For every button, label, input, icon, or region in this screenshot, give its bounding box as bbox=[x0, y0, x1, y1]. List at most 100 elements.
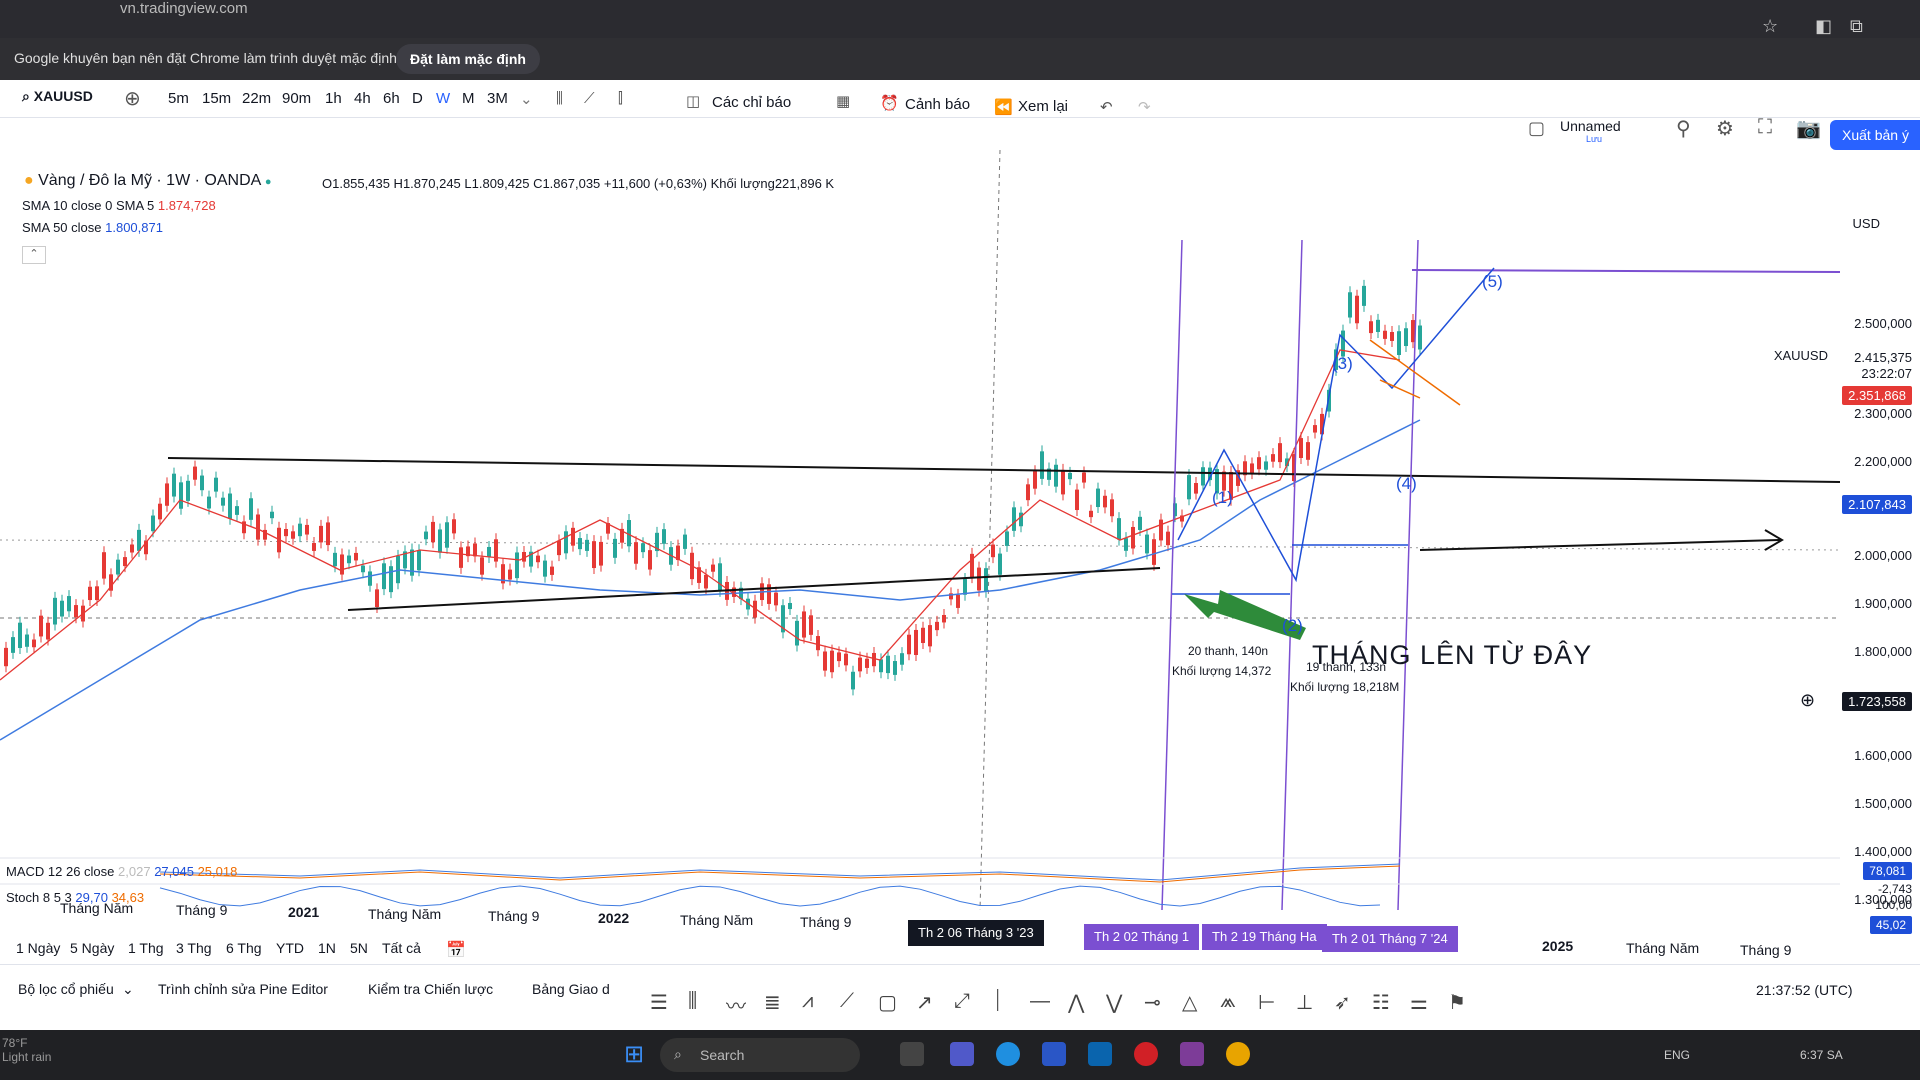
indicators-button[interactable]: Các chỉ báo bbox=[712, 94, 791, 111]
interval-3m[interactable]: 3M bbox=[487, 90, 508, 107]
candle-body bbox=[795, 620, 799, 646]
tab-trading-panel[interactable]: Bảng Giao d bbox=[532, 981, 610, 997]
add-symbol-icon[interactable]: ⊕ bbox=[124, 86, 141, 111]
rectangle-icon[interactable]: ▢ bbox=[878, 990, 897, 1015]
range-6-month[interactable]: 6 Thg bbox=[226, 940, 262, 956]
chart-area[interactable]: ● Vàng / Đô la Mỹ · 1W · OANDA ● O1.855,… bbox=[0, 120, 1920, 912]
set-default-button[interactable]: Đặt làm mặc định bbox=[396, 44, 540, 74]
settings-list-icon[interactable]: ☷ bbox=[1372, 990, 1390, 1015]
task-view-icon[interactable] bbox=[900, 1042, 924, 1066]
chrome-icon[interactable] bbox=[1226, 1042, 1250, 1066]
chart-canvas[interactable] bbox=[0, 120, 1920, 910]
arrow-icon[interactable]: ➶ bbox=[1334, 990, 1351, 1015]
currency-selector[interactable]: USD bbox=[1853, 216, 1880, 231]
app-icon[interactable] bbox=[1180, 1042, 1204, 1066]
triangle-icon[interactable]: △ bbox=[1182, 990, 1197, 1015]
interval-m[interactable]: M bbox=[462, 90, 475, 107]
edge-icon[interactable] bbox=[996, 1042, 1020, 1066]
interval-4h[interactable]: 4h bbox=[354, 90, 371, 107]
macd-legend[interactable]: MACD 12 26 close 2,027 27,045 25,018 bbox=[6, 864, 237, 879]
interval-d[interactable]: D bbox=[412, 90, 423, 107]
collapse-legend-button[interactable]: ⌃ bbox=[22, 246, 46, 264]
xabcd-pattern-icon[interactable]: ⋁ bbox=[1106, 990, 1122, 1015]
range-1-year[interactable]: 1N bbox=[318, 940, 336, 956]
replay-button[interactable]: Xem lại bbox=[1018, 98, 1068, 115]
add-alert-plus-icon[interactable]: ⊕ bbox=[1800, 690, 1815, 711]
wave-pattern-icon[interactable]: 〰 bbox=[726, 990, 746, 1019]
symbol-search[interactable]: ⌕ XAUUSD bbox=[22, 88, 93, 105]
interval-90m[interactable]: 90m bbox=[282, 90, 311, 107]
windows-start-icon[interactable]: ⊞ bbox=[624, 1040, 644, 1069]
tab-pine-editor[interactable]: Trình chỉnh sửa Pine Editor bbox=[158, 981, 328, 997]
ray-icon[interactable]: ↗ bbox=[916, 990, 933, 1015]
date-range-icon[interactable]: ⊢ bbox=[1258, 990, 1275, 1015]
range-1-month[interactable]: 1 Thg bbox=[128, 940, 164, 956]
annotation-text[interactable]: THÁNG LÊN TỪ ĐÂY bbox=[1312, 640, 1592, 671]
wave-label-2[interactable]: (2) bbox=[1282, 616, 1303, 636]
interval-1h[interactable]: 1h bbox=[325, 90, 342, 107]
abcd-pattern-icon[interactable]: ⋀ bbox=[1068, 990, 1084, 1015]
replay-icon[interactable]: ⏪ bbox=[994, 98, 1013, 116]
chevron-down-icon[interactable]: ⌄ bbox=[122, 981, 134, 998]
interval-w[interactable]: W bbox=[436, 90, 450, 107]
cross-line-icon[interactable]: ⊸ bbox=[1144, 990, 1161, 1015]
wave-label-5[interactable]: (5) bbox=[1482, 272, 1503, 292]
sma50-legend[interactable]: SMA 50 close 1.800,871 bbox=[22, 220, 163, 235]
calendar-icon[interactable]: 📅 bbox=[446, 940, 466, 960]
range-3-month[interactable]: 3 Thg bbox=[176, 940, 212, 956]
layout-grid-icon[interactable]: ▦ bbox=[836, 92, 850, 110]
wave-label-4[interactable]: (4) bbox=[1396, 474, 1417, 494]
candle-body bbox=[1404, 328, 1408, 347]
taskbar-search[interactable]: ⌕ Search bbox=[660, 1038, 860, 1072]
star-icon[interactable]: ☆ bbox=[1762, 16, 1778, 37]
fib-icon[interactable]: ≣ bbox=[764, 990, 781, 1015]
interval-5m[interactable]: 5m bbox=[168, 90, 189, 107]
interval-15m[interactable]: 15m bbox=[202, 90, 231, 107]
redo-icon[interactable]: ↷ bbox=[1138, 98, 1151, 116]
bars-pattern-icon[interactable]: ⫼ bbox=[688, 990, 697, 1013]
range-1-day[interactable]: 1 Ngày bbox=[16, 940, 60, 956]
candles-icon[interactable]: ⫼ bbox=[556, 90, 563, 107]
alerts-button[interactable]: Cảnh báo bbox=[905, 96, 970, 113]
mail-icon[interactable] bbox=[1088, 1042, 1112, 1066]
tab-strategy-tester[interactable]: Kiểm tra Chiến lược bbox=[368, 981, 493, 997]
vertical-line-icon[interactable]: ⏐ bbox=[992, 990, 1003, 1013]
range-ytd[interactable]: YTD bbox=[276, 940, 304, 956]
interval-22m[interactable]: 22m bbox=[242, 90, 271, 107]
trend-line-icon[interactable]: ⟋ bbox=[840, 990, 854, 1013]
range-5-day[interactable]: 5 Ngày bbox=[70, 940, 114, 956]
elliott-wave-icon[interactable]: ⩘ bbox=[802, 990, 813, 1013]
utc-clock[interactable]: 21:37:52 (UTC) bbox=[1756, 982, 1852, 998]
range-5-year[interactable]: 5N bbox=[350, 940, 368, 956]
list-icon[interactable]: ☰ bbox=[650, 990, 668, 1015]
language-indicator[interactable]: ENG bbox=[1664, 1048, 1690, 1062]
interval-6h[interactable]: 6h bbox=[383, 90, 400, 107]
undo-icon[interactable]: ↶ bbox=[1100, 98, 1113, 116]
puzzle-icon[interactable]: ⧉ bbox=[1850, 16, 1863, 37]
taskbar-clock[interactable]: 6:37 SA bbox=[1800, 1048, 1843, 1062]
object-tree-icon[interactable]: ⚌ bbox=[1410, 990, 1428, 1015]
horizontal-line-icon[interactable]: — bbox=[1030, 990, 1050, 1013]
chevron-down-icon[interactable]: ⌄ bbox=[520, 90, 533, 108]
symbol-legend-title[interactable]: ● Vàng / Đô la Mỹ · 1W · OANDA ● bbox=[24, 172, 272, 190]
teams-icon[interactable] bbox=[950, 1042, 974, 1066]
store-icon[interactable] bbox=[1042, 1042, 1066, 1066]
extended-line-icon[interactable]: ⤢ bbox=[954, 990, 970, 1013]
price-range-icon[interactable]: ⊥ bbox=[1296, 990, 1313, 1015]
tab-stock-screener[interactable]: Bộ lọc cổ phiếu bbox=[18, 981, 114, 997]
wave-label-3[interactable]: (3) bbox=[1332, 354, 1353, 374]
line-chart-icon[interactable]: ⟋ bbox=[584, 90, 595, 107]
url-text[interactable]: vn.tradingview.com bbox=[120, 0, 248, 17]
weather-desc[interactable]: Light rain bbox=[2, 1050, 51, 1064]
range-all[interactable]: Tất cả bbox=[382, 940, 421, 956]
head-shoulders-icon[interactable]: ⩕ bbox=[1220, 990, 1236, 1013]
opera-icon[interactable] bbox=[1134, 1042, 1158, 1066]
indicators-icon[interactable]: ◫ bbox=[686, 92, 700, 110]
sma10-legend[interactable]: SMA 10 close 0 SMA 5 1.874,728 bbox=[22, 198, 216, 213]
extension-icon[interactable]: ◧ bbox=[1815, 16, 1832, 37]
alarm-clock-icon[interactable]: ⏰ bbox=[880, 94, 899, 112]
weather-temp[interactable]: 78°F bbox=[2, 1036, 27, 1050]
wave-label-1[interactable]: (1) bbox=[1212, 488, 1233, 508]
bars-icon[interactable]: ⫿ bbox=[618, 90, 623, 107]
flag-icon[interactable]: ⚑ bbox=[1448, 990, 1466, 1015]
